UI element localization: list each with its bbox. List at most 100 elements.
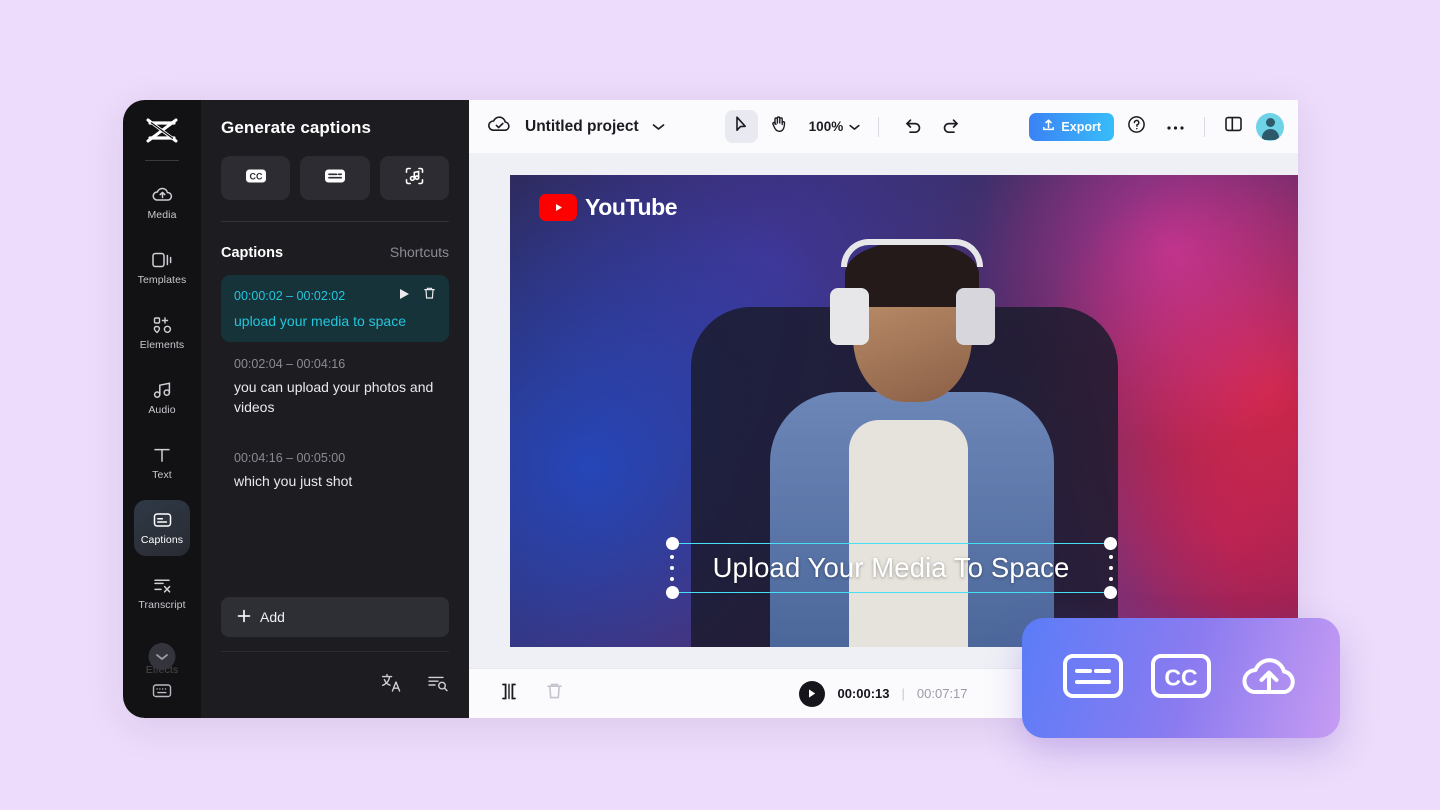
toolbar-divider (878, 116, 880, 137)
headphone-cup-left (829, 288, 869, 345)
caption-style-buttons: CC (221, 156, 449, 200)
cloud-media-icon (151, 185, 173, 205)
rail-expand-chevron-down-icon[interactable] (148, 643, 176, 670)
caption-timecode: 00:00:02 – 00:02:02 (234, 288, 346, 303)
more-button[interactable] (1159, 110, 1192, 143)
captions-section-header: Captions Shortcuts (221, 222, 449, 275)
caption-text: you can upload your photos and videos (234, 379, 434, 415)
cc-icon: CC (1150, 651, 1212, 706)
select-tool[interactable] (724, 110, 758, 143)
caption-list: 00:00:02 – 00:02:02 upload your media to… (221, 275, 449, 597)
svg-text:CC: CC (249, 171, 262, 181)
text-icon (152, 445, 172, 465)
total-time: 00:07:17 (916, 686, 968, 701)
audio-note-icon (152, 380, 173, 400)
sidebar-item-audio[interactable]: Audio (134, 370, 190, 426)
add-caption-button[interactable]: Add (221, 597, 449, 637)
hand-tool[interactable] (762, 110, 795, 143)
resize-handle-top-left[interactable] (665, 537, 679, 550)
trash-icon[interactable] (423, 286, 436, 305)
list-item[interactable]: 00:00:02 – 00:02:02 upload your media to… (221, 275, 449, 343)
sidebar-item-transcript[interactable]: Transcript (134, 565, 190, 621)
templates-icon (151, 250, 173, 270)
sidebar-item-captions[interactable]: Captions (134, 500, 190, 556)
toolbar-center: 100% (724, 110, 968, 143)
caption-overlay-selection[interactable]: Upload Your Media To Space (665, 537, 1117, 599)
elements-icon (152, 315, 173, 335)
subtitle-style-button[interactable] (300, 156, 370, 200)
headphone-band (841, 238, 984, 268)
resize-handle-top-right[interactable] (1103, 537, 1117, 550)
help-button[interactable] (1120, 110, 1153, 143)
headphone-cup-right (955, 288, 996, 345)
shortcuts-link[interactable]: Shortcuts (390, 244, 449, 260)
captions-label: Captions (221, 245, 284, 261)
sidebar-item-templates[interactable]: Templates (134, 240, 190, 296)
sidebar-item-media[interactable]: Media (134, 175, 190, 231)
sidebar-item-label: Audio (148, 404, 176, 416)
project-title[interactable]: Untitled project (525, 118, 639, 136)
redo-icon (941, 116, 960, 138)
caption-text: which you just shot (234, 472, 353, 489)
auto-sound-button[interactable] (379, 156, 449, 200)
sidebar-item-elements[interactable]: Elements (134, 305, 190, 361)
split-panel-icon (1224, 115, 1243, 138)
video-preview[interactable]: YouTube Upload Your Media To Space (510, 175, 1298, 647)
trash-icon[interactable] (545, 681, 564, 706)
undo-button[interactable] (897, 110, 930, 143)
resize-handle-right[interactable] (1108, 555, 1113, 581)
resize-handle-bottom-right[interactable] (1103, 586, 1117, 599)
cursor-arrow-icon (733, 115, 750, 138)
overlay-caption-text: Upload Your Media To Space (712, 552, 1070, 583)
search-list-icon[interactable] (427, 673, 449, 697)
captions-icon (152, 510, 173, 530)
sidebar-item-label: Transcript (138, 599, 186, 611)
resize-handle-left[interactable] (669, 555, 674, 581)
feature-card: CC (1022, 618, 1340, 738)
sidebar-item-text[interactable]: Text (134, 435, 190, 491)
subtitle-lines-icon (1062, 651, 1124, 706)
zoom-level-value: 100% (808, 119, 844, 134)
undo-icon (904, 116, 923, 138)
more-horizontal-icon (1166, 118, 1185, 136)
chevron-down-icon[interactable] (652, 118, 665, 136)
export-button[interactable]: Export (1029, 112, 1114, 141)
list-item[interactable]: 00:04:16 – 00:05:00 which you just shot (221, 440, 449, 502)
toolbar-divider (1204, 116, 1205, 137)
sidebar-item-label: Text (152, 469, 172, 481)
left-rail: Media Templates Elements Audio Text Capt… (123, 100, 201, 718)
transcript-icon (152, 575, 173, 595)
hand-icon (770, 115, 787, 138)
translate-icon[interactable] (381, 673, 403, 698)
layout-toggle-button[interactable] (1217, 110, 1250, 143)
zoom-level-control[interactable]: 100% (809, 119, 861, 134)
capcut-logo-icon[interactable] (142, 114, 182, 148)
avatar[interactable] (1256, 112, 1284, 141)
person-shirt (849, 420, 968, 647)
play-button[interactable] (799, 680, 826, 707)
resize-handle-bottom-left[interactable] (665, 586, 679, 599)
cc-style-button[interactable]: CC (221, 156, 291, 200)
youtube-play-icon (539, 194, 577, 221)
playbar-left-tools (499, 681, 564, 706)
export-label: Export (1061, 119, 1101, 134)
list-item[interactable]: 00:02:04 – 00:04:16 you can upload your … (221, 346, 449, 428)
sidebar-item-label: Elements (139, 339, 185, 351)
panel-footer (221, 652, 449, 718)
rail-divider (145, 160, 179, 161)
youtube-watermark: YouTube (539, 194, 678, 221)
sidebar-item-label: Media (147, 209, 177, 221)
caption-timecode: 00:02:04 – 00:04:16 (234, 357, 346, 372)
redo-button[interactable] (934, 110, 967, 143)
sound-scan-icon (404, 166, 425, 191)
cloud-upload-icon (1238, 651, 1300, 706)
cloud-saved-icon[interactable] (487, 114, 512, 139)
plus-icon (237, 609, 251, 626)
keyboard-icon[interactable] (152, 682, 173, 704)
cc-icon: CC (245, 168, 267, 189)
project-group: Untitled project (487, 114, 665, 139)
play-icon[interactable] (399, 287, 410, 305)
sidebar-item-label: Captions (140, 534, 184, 546)
split-clip-icon[interactable] (499, 682, 519, 706)
add-caption-label: Add (260, 609, 285, 625)
